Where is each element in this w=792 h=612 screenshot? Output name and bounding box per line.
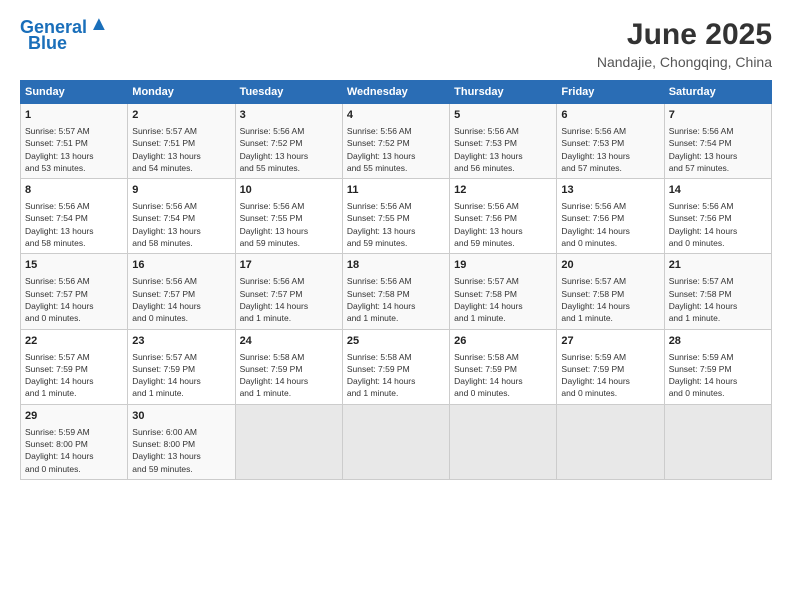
col-friday: Friday xyxy=(557,81,664,104)
day-number: 21 xyxy=(669,258,767,274)
table-cell: 13Sunrise: 5:56 AMSunset: 7:56 PMDayligh… xyxy=(557,179,664,254)
calendar-row: 29Sunrise: 5:59 AMSunset: 8:00 PMDayligh… xyxy=(21,404,772,479)
logo-text2: Blue xyxy=(28,34,67,54)
table-cell: 23Sunrise: 5:57 AMSunset: 7:59 PMDayligh… xyxy=(128,329,235,404)
day-number: 20 xyxy=(561,258,659,274)
col-sunday: Sunday xyxy=(21,81,128,104)
table-cell: 18Sunrise: 5:56 AMSunset: 7:58 PMDayligh… xyxy=(342,254,449,329)
table-cell: 1Sunrise: 5:57 AMSunset: 7:51 PMDaylight… xyxy=(21,104,128,179)
table-cell: 29Sunrise: 5:59 AMSunset: 8:00 PMDayligh… xyxy=(21,404,128,479)
day-number: 12 xyxy=(454,183,552,199)
col-saturday: Saturday xyxy=(664,81,771,104)
day-number: 16 xyxy=(132,258,230,274)
subtitle: Nandajie, Chongqing, China xyxy=(597,54,772,70)
table-cell: 2Sunrise: 5:57 AMSunset: 7:51 PMDaylight… xyxy=(128,104,235,179)
day-number: 26 xyxy=(454,334,552,350)
table-cell: 19Sunrise: 5:57 AMSunset: 7:58 PMDayligh… xyxy=(450,254,557,329)
day-number: 18 xyxy=(347,258,445,274)
table-cell: 22Sunrise: 5:57 AMSunset: 7:59 PMDayligh… xyxy=(21,329,128,404)
table-cell: 11Sunrise: 5:56 AMSunset: 7:55 PMDayligh… xyxy=(342,179,449,254)
title-section: June 2025 Nandajie, Chongqing, China xyxy=(597,18,772,70)
table-cell: 6Sunrise: 5:56 AMSunset: 7:53 PMDaylight… xyxy=(557,104,664,179)
calendar-table: Sunday Monday Tuesday Wednesday Thursday… xyxy=(20,80,772,480)
day-number: 24 xyxy=(240,334,338,350)
day-number: 29 xyxy=(25,409,123,425)
page: General ▲ Blue June 2025 Nandajie, Chong… xyxy=(0,0,792,612)
day-number: 25 xyxy=(347,334,445,350)
table-cell: 16Sunrise: 5:56 AMSunset: 7:57 PMDayligh… xyxy=(128,254,235,329)
day-number: 23 xyxy=(132,334,230,350)
table-cell: 30Sunrise: 6:00 AMSunset: 8:00 PMDayligh… xyxy=(128,404,235,479)
day-number: 11 xyxy=(347,183,445,199)
table-cell xyxy=(664,404,771,479)
day-number: 13 xyxy=(561,183,659,199)
table-cell: 12Sunrise: 5:56 AMSunset: 7:56 PMDayligh… xyxy=(450,179,557,254)
col-wednesday: Wednesday xyxy=(342,81,449,104)
calendar-row: 22Sunrise: 5:57 AMSunset: 7:59 PMDayligh… xyxy=(21,329,772,404)
day-number: 30 xyxy=(132,409,230,425)
table-cell: 15Sunrise: 5:56 AMSunset: 7:57 PMDayligh… xyxy=(21,254,128,329)
day-number: 10 xyxy=(240,183,338,199)
table-cell: 21Sunrise: 5:57 AMSunset: 7:58 PMDayligh… xyxy=(664,254,771,329)
header-row: Sunday Monday Tuesday Wednesday Thursday… xyxy=(21,81,772,104)
day-number: 14 xyxy=(669,183,767,199)
day-number: 27 xyxy=(561,334,659,350)
header: General ▲ Blue June 2025 Nandajie, Chong… xyxy=(20,18,772,70)
day-number: 9 xyxy=(132,183,230,199)
table-cell: 28Sunrise: 5:59 AMSunset: 7:59 PMDayligh… xyxy=(664,329,771,404)
table-cell: 9Sunrise: 5:56 AMSunset: 7:54 PMDaylight… xyxy=(128,179,235,254)
day-number: 22 xyxy=(25,334,123,350)
day-number: 15 xyxy=(25,258,123,274)
day-number: 3 xyxy=(240,108,338,124)
table-cell: 26Sunrise: 5:58 AMSunset: 7:59 PMDayligh… xyxy=(450,329,557,404)
day-number: 6 xyxy=(561,108,659,124)
calendar-row: 8Sunrise: 5:56 AMSunset: 7:54 PMDaylight… xyxy=(21,179,772,254)
day-number: 8 xyxy=(25,183,123,199)
table-cell: 27Sunrise: 5:59 AMSunset: 7:59 PMDayligh… xyxy=(557,329,664,404)
table-cell xyxy=(342,404,449,479)
day-number: 4 xyxy=(347,108,445,124)
table-cell xyxy=(450,404,557,479)
logo: General ▲ Blue xyxy=(20,18,109,54)
calendar-row: 15Sunrise: 5:56 AMSunset: 7:57 PMDayligh… xyxy=(21,254,772,329)
logo-icon: ▲ xyxy=(89,13,109,36)
table-cell: 8Sunrise: 5:56 AMSunset: 7:54 PMDaylight… xyxy=(21,179,128,254)
table-cell: 3Sunrise: 5:56 AMSunset: 7:52 PMDaylight… xyxy=(235,104,342,179)
day-number: 5 xyxy=(454,108,552,124)
col-thursday: Thursday xyxy=(450,81,557,104)
table-cell: 7Sunrise: 5:56 AMSunset: 7:54 PMDaylight… xyxy=(664,104,771,179)
table-cell xyxy=(557,404,664,479)
table-cell: 24Sunrise: 5:58 AMSunset: 7:59 PMDayligh… xyxy=(235,329,342,404)
table-cell xyxy=(235,404,342,479)
day-number: 2 xyxy=(132,108,230,124)
table-cell: 4Sunrise: 5:56 AMSunset: 7:52 PMDaylight… xyxy=(342,104,449,179)
col-monday: Monday xyxy=(128,81,235,104)
day-number: 19 xyxy=(454,258,552,274)
col-tuesday: Tuesday xyxy=(235,81,342,104)
table-cell: 20Sunrise: 5:57 AMSunset: 7:58 PMDayligh… xyxy=(557,254,664,329)
table-cell: 14Sunrise: 5:56 AMSunset: 7:56 PMDayligh… xyxy=(664,179,771,254)
day-number: 1 xyxy=(25,108,123,124)
table-cell: 10Sunrise: 5:56 AMSunset: 7:55 PMDayligh… xyxy=(235,179,342,254)
day-number: 7 xyxy=(669,108,767,124)
table-cell: 17Sunrise: 5:56 AMSunset: 7:57 PMDayligh… xyxy=(235,254,342,329)
day-number: 17 xyxy=(240,258,338,274)
calendar-row: 1Sunrise: 5:57 AMSunset: 7:51 PMDaylight… xyxy=(21,104,772,179)
table-cell: 25Sunrise: 5:58 AMSunset: 7:59 PMDayligh… xyxy=(342,329,449,404)
main-title: June 2025 xyxy=(597,18,772,52)
day-number: 28 xyxy=(669,334,767,350)
table-cell: 5Sunrise: 5:56 AMSunset: 7:53 PMDaylight… xyxy=(450,104,557,179)
